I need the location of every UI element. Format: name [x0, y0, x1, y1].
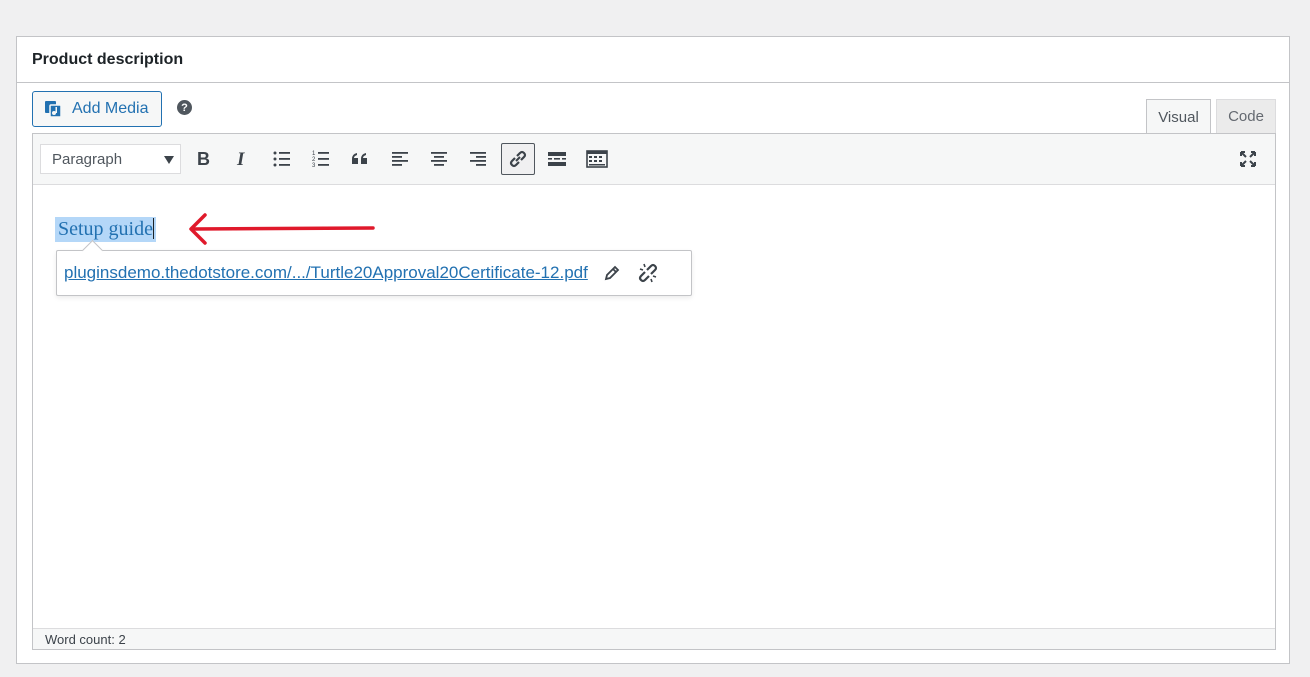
numbered-list-button[interactable]: 1 2 3	[304, 143, 338, 175]
link-url[interactable]: pluginsdemo.thedotstore.com/.../Turtle20…	[64, 263, 588, 283]
add-media-button[interactable]: Add Media	[32, 91, 162, 127]
product-description-box: Product description Add Media ? Visual C…	[16, 36, 1290, 664]
postbox-title: Product description	[32, 50, 184, 68]
fullscreen-button[interactable]	[1231, 143, 1265, 175]
postbox-header: Product description	[17, 37, 1289, 83]
blockquote-button[interactable]	[343, 143, 377, 175]
bullet-list-icon	[273, 151, 290, 167]
read-more-button[interactable]	[540, 143, 574, 175]
align-left-button[interactable]	[383, 143, 417, 175]
media-icon	[45, 101, 62, 118]
annotation-arrow-icon	[189, 213, 375, 245]
align-center-button[interactable]	[422, 143, 456, 175]
italic-button[interactable]: I	[225, 143, 259, 175]
fullscreen-icon	[1240, 151, 1256, 167]
toolbar-toggle-button[interactable]	[580, 143, 614, 175]
editor: Paragraph B I 1 2 3 Setup guide pluginsd…	[32, 133, 1276, 650]
svg-text:I: I	[236, 149, 245, 169]
tab-visual[interactable]: Visual	[1146, 99, 1211, 135]
svg-text:B: B	[197, 149, 210, 169]
chevron-down-icon	[164, 156, 174, 164]
editor-content[interactable]: Setup guide pluginsdemo.thedotstore.com/…	[33, 185, 1275, 629]
toolbar-toggle-icon	[586, 150, 608, 168]
align-right-icon	[470, 152, 486, 166]
add-media-label: Add Media	[72, 100, 149, 117]
bold-icon: B	[197, 149, 210, 169]
align-left-icon	[392, 152, 408, 166]
pencil-icon	[604, 265, 620, 281]
remove-link-button[interactable]	[636, 261, 660, 285]
format-select[interactable]: Paragraph	[40, 144, 181, 174]
link-icon	[509, 150, 527, 168]
editor-toolbar: Paragraph B I 1 2 3	[33, 134, 1275, 185]
text-cursor	[153, 218, 154, 239]
selected-link-label: Setup guide	[58, 218, 153, 240]
unlink-icon	[638, 263, 657, 283]
format-select-value: Paragraph	[52, 150, 123, 168]
numbered-list-icon: 1 2 3	[312, 151, 329, 169]
align-center-icon	[431, 152, 447, 166]
italic-icon: I	[236, 149, 245, 169]
bullet-list-button[interactable]	[265, 143, 299, 175]
link-popup: pluginsdemo.thedotstore.com/.../Turtle20…	[56, 250, 692, 296]
bold-button[interactable]: B	[186, 143, 220, 175]
help-icon[interactable]: ?	[177, 100, 192, 115]
selected-link-text[interactable]: Setup guide	[55, 217, 156, 242]
align-right-button[interactable]	[461, 143, 495, 175]
svg-text:3: 3	[312, 163, 316, 169]
tab-code[interactable]: Code	[1216, 99, 1276, 134]
word-count: Word count: 2	[33, 628, 1275, 649]
edit-link-button[interactable]	[602, 263, 622, 283]
blockquote-icon	[352, 153, 367, 164]
link-button[interactable]	[501, 143, 535, 175]
read-more-icon	[548, 152, 566, 166]
